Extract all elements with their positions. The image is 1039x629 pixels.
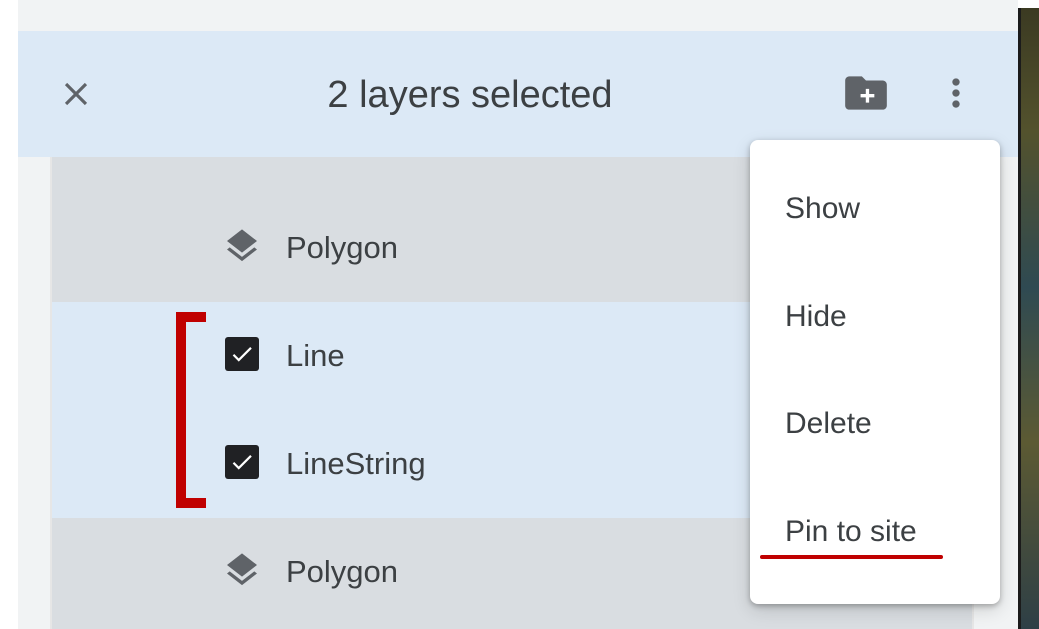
layer-label: Line xyxy=(286,338,345,373)
menu-item-label: Show xyxy=(785,192,861,225)
checkbox-checked-icon[interactable] xyxy=(220,332,264,376)
menu-item-label: Hide xyxy=(785,300,847,333)
page-title: 2 layers selected xyxy=(327,74,613,116)
layer-label: Polygon xyxy=(286,554,399,589)
map-edge xyxy=(1018,8,1039,629)
layer-label: Polygon xyxy=(286,230,399,265)
layer-label: LineString xyxy=(286,446,426,481)
pin-to-site-underline-annotation xyxy=(760,555,943,559)
menu-item-label: Delete xyxy=(785,407,872,440)
checkbox-checked-icon[interactable] xyxy=(220,440,264,484)
create-new-folder-icon xyxy=(841,68,891,123)
menu-item-label: Pin to site xyxy=(785,515,917,548)
selection-bracket-annotation xyxy=(176,312,206,508)
more-options-button[interactable] xyxy=(934,72,978,118)
layer-actions-menu: Show Hide Delete Pin to site xyxy=(750,140,1000,604)
close-button[interactable] xyxy=(54,74,98,118)
layers-icon xyxy=(220,548,264,592)
close-icon xyxy=(57,75,95,118)
layers-icon xyxy=(220,224,264,268)
menu-item-show[interactable]: Show xyxy=(750,159,1000,247)
add-to-folder-button[interactable] xyxy=(840,72,892,118)
menu-item-hide[interactable]: Hide xyxy=(750,267,1000,355)
more-vert-icon xyxy=(934,71,978,120)
menu-item-delete[interactable]: Delete xyxy=(750,374,1000,462)
